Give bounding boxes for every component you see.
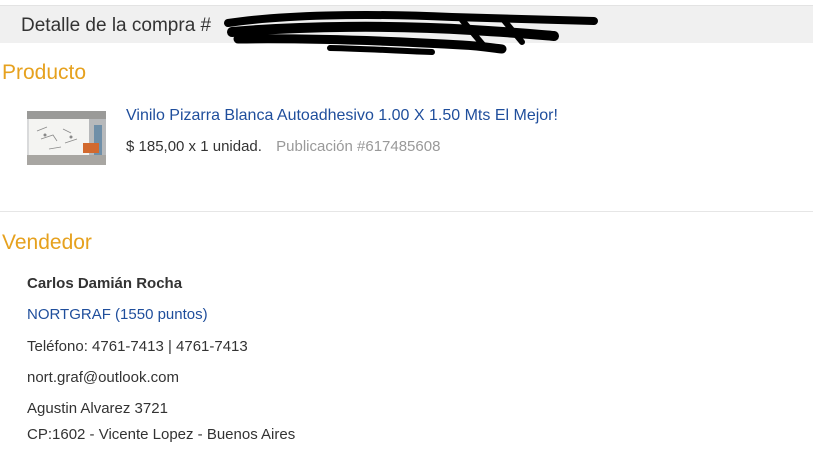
seller-section-title: Vendedor [2,231,92,254]
seller-address: Agustin Alvarez 3721 [27,400,168,417]
product-section-title: Producto [2,61,87,84]
seller-email: nort.graf@outlook.com [27,369,179,386]
publication-number: Publicación #617485608 [276,138,441,155]
seller-phone: Teléfono: 4761-7413 | 4761-7413 [27,338,248,355]
seller-location: CP:1602 - Vicente Lopez - Buenos Aires [27,426,296,443]
seller-nickname-link[interactable]: NORTGRAF (1550 puntos) [27,306,208,323]
section-divider [0,211,813,212]
product-title-link[interactable]: Vinilo Pizarra Blanca Autoadhesivo 1.00 … [126,107,558,125]
redaction-scribble [224,11,598,55]
product-price-line: $ 185,00 x 1 unidad. Publicación #617485… [126,138,440,155]
page-title: Detalle de la compra # [21,15,212,36]
product-price-quantity: $ 185,00 x 1 unidad. [126,138,262,155]
product-thumbnail[interactable] [27,111,106,165]
seller-name: Carlos Damián Rocha [27,275,183,292]
purchase-detail-header: Detalle de la compra # [0,5,813,55]
